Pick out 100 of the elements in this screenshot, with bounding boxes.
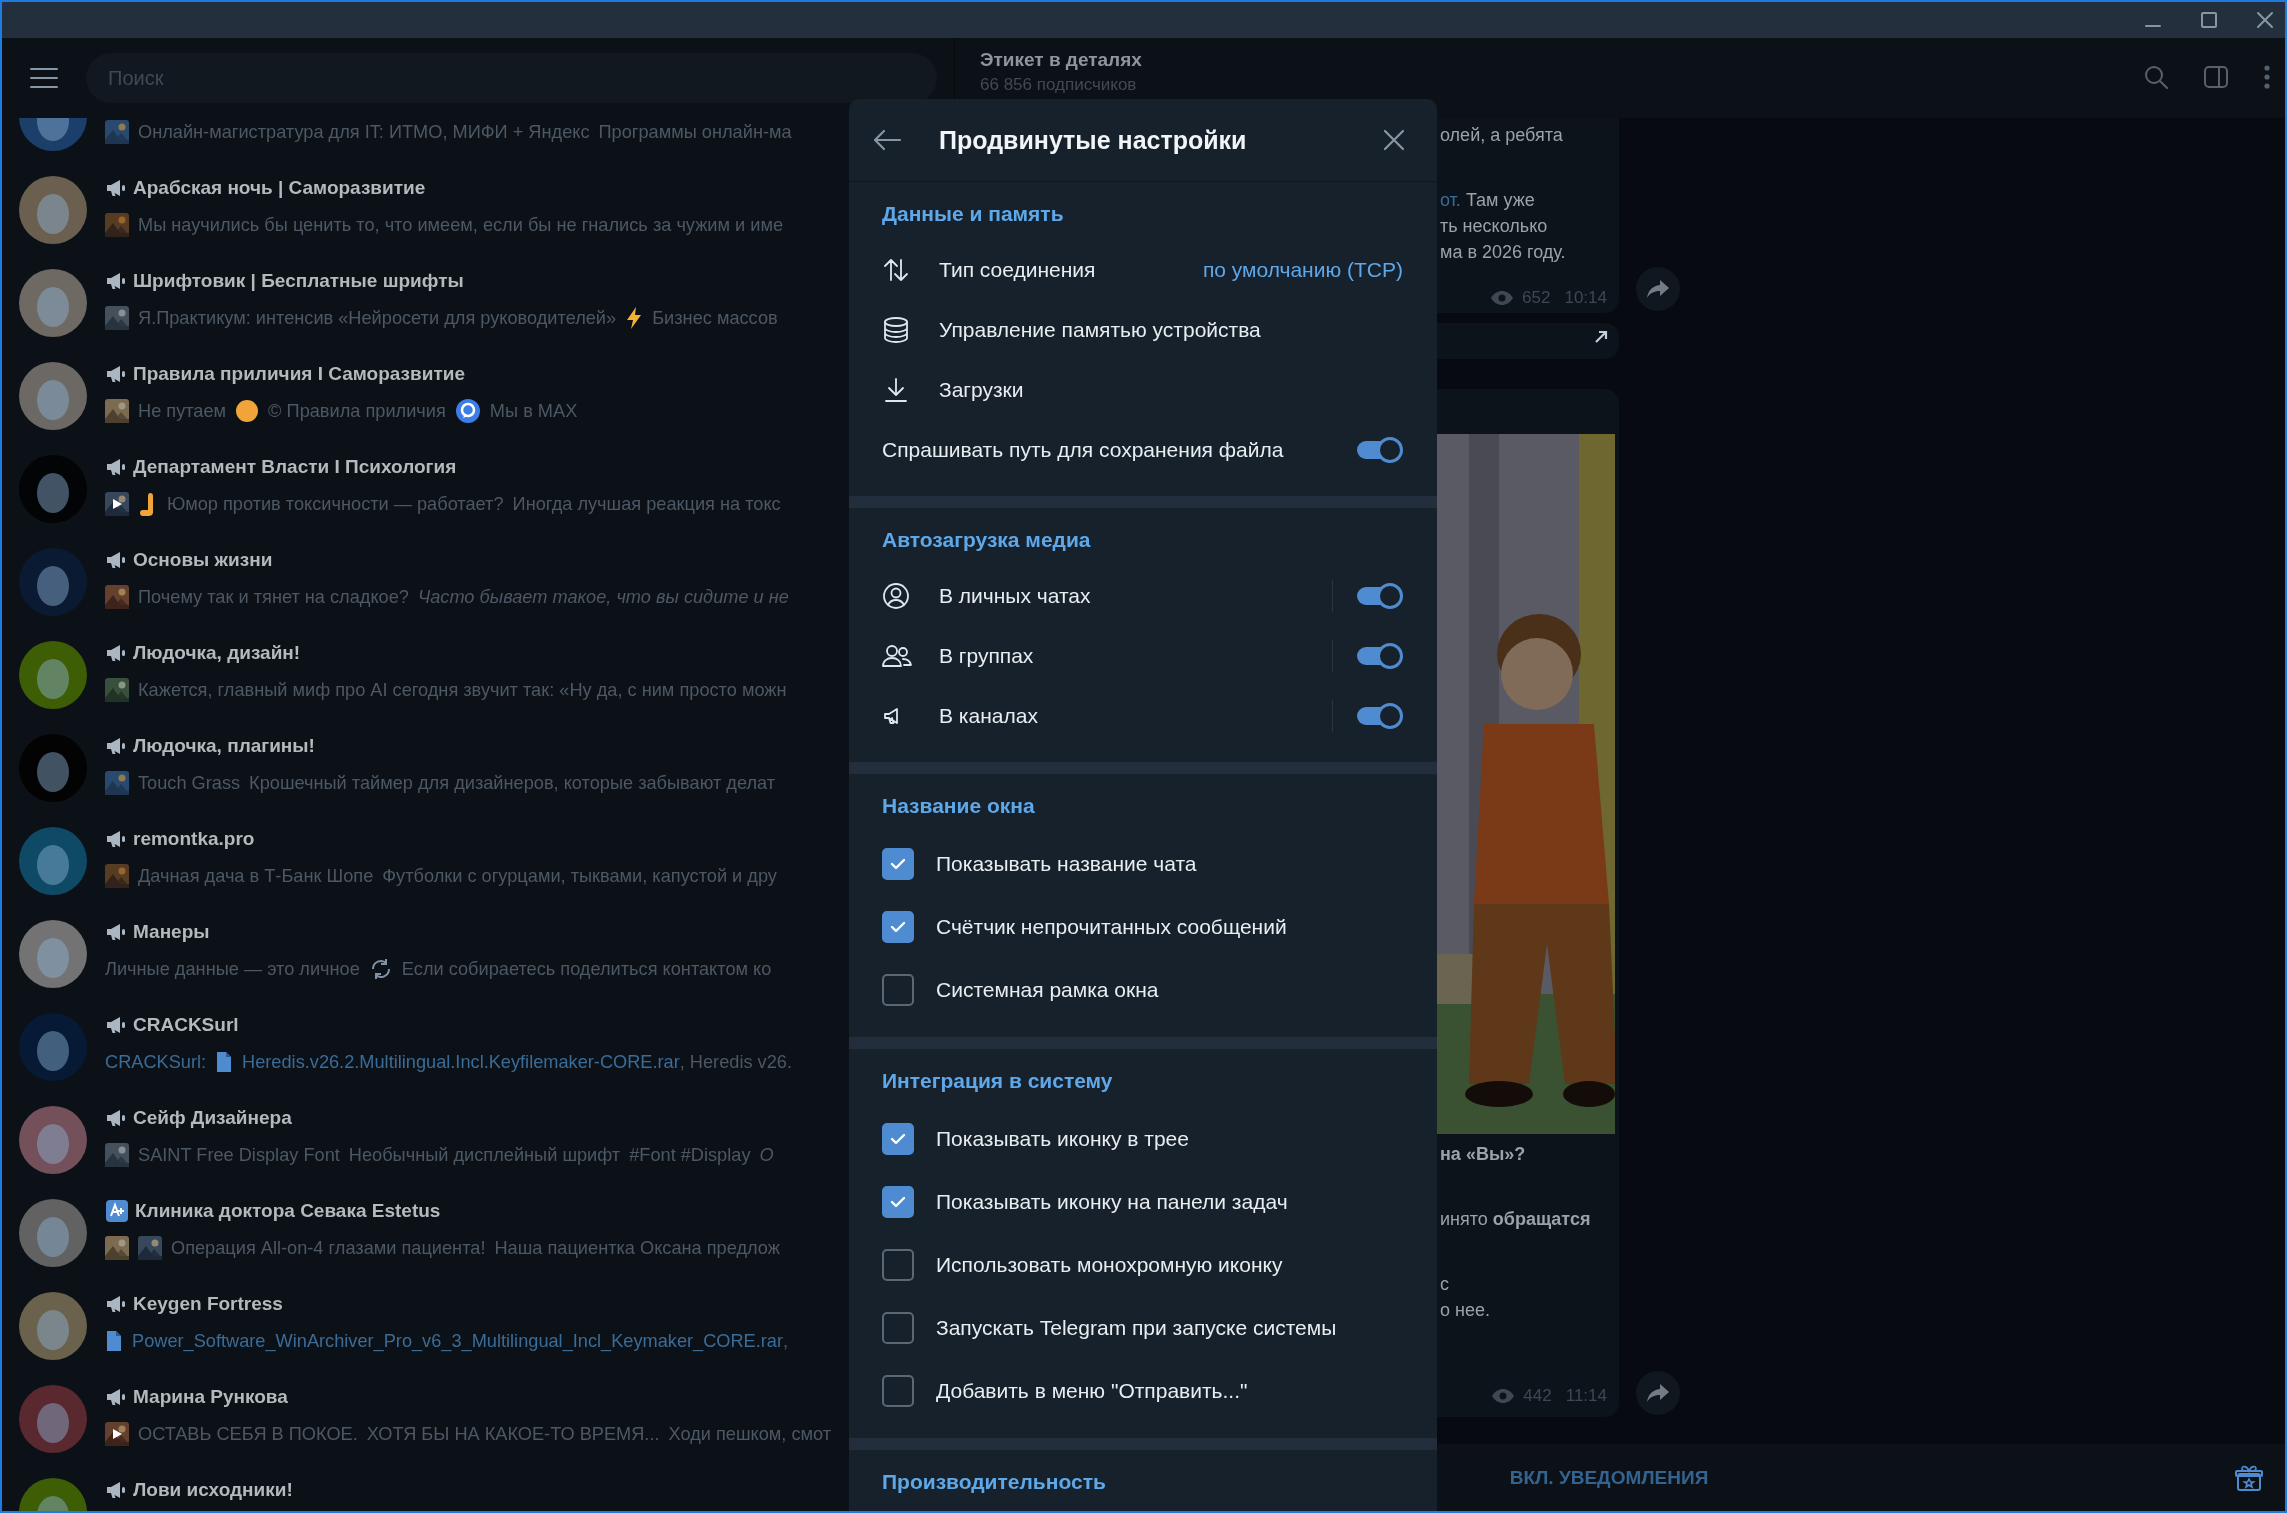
section-title: Производительность: [882, 1469, 1107, 1495]
section-title: Интеграция в систему: [882, 1068, 1114, 1094]
maximize-icon[interactable]: [2199, 10, 2219, 30]
megaphone-icon: [105, 270, 127, 292]
toggle-switch[interactable]: [1355, 583, 1403, 609]
message-preview: Мы в MAX: [489, 400, 578, 422]
message-text: инято обращатся: [1440, 1208, 1592, 1231]
emoji-icon: [235, 399, 260, 423]
forward-icon: [1646, 1383, 1670, 1403]
message-preview: Иногда лучшая реакция на токс: [512, 493, 781, 515]
message-text: о нее.: [1440, 1299, 1491, 1322]
message-text: ть несколько: [1440, 215, 1549, 238]
setting-value[interactable]: по умолчанию (TCP): [1202, 258, 1403, 282]
message-time: 10:14: [1564, 287, 1607, 309]
chat-name: Людочка, дизайн!: [133, 642, 301, 664]
megaphone-icon: [105, 642, 127, 664]
forward-button[interactable]: [1636, 267, 1680, 311]
view-count: 652: [1522, 287, 1551, 309]
checkbox-label[interactable]: Запускать Telegram при запуске системы: [936, 1315, 1403, 1340]
back-icon[interactable]: [872, 128, 902, 152]
setting-label: В личных чатах: [939, 584, 1092, 608]
search-icon[interactable]: [2143, 64, 2169, 90]
checkbox[interactable]: [882, 847, 914, 880]
toggle-switch[interactable]: [1355, 703, 1403, 729]
megaphone-icon: [105, 177, 127, 199]
checkbox-label[interactable]: Показывать название чата: [936, 851, 1403, 876]
megaphone-icon: [105, 456, 127, 478]
message-preview: ,: [783, 1330, 789, 1352]
expand-arrow-icon[interactable]: [1593, 329, 1609, 345]
play-icon: [111, 498, 123, 510]
chat-name: Основы жизни: [133, 549, 273, 571]
message-text: с: [1440, 1273, 1450, 1296]
checkbox-label[interactable]: Счётчик непрочитанных сообщений: [936, 914, 1403, 939]
checkbox[interactable]: [882, 910, 914, 943]
section-title: Автозагрузка медиа: [882, 527, 1092, 553]
dialog-title: Продвинутые настройки: [939, 125, 1248, 155]
message-preview: Личные данные — это личное: [105, 958, 360, 980]
message-preview: Юмор против токсичности — работает?: [167, 493, 504, 515]
chat-name: CRACKSurl: [133, 1014, 239, 1036]
checkbox[interactable]: [882, 1374, 914, 1407]
checkbox-label[interactable]: Добавить в меню "Отправить...": [936, 1378, 1403, 1403]
chat-name: remontka.pro: [133, 828, 255, 850]
message-preview: Операция All-on-4 глазами пациента!: [171, 1237, 486, 1259]
message-preview: ОСТАВЬ СЕБЯ В ПОКОЕ.: [138, 1423, 358, 1445]
chat-name: Арабская ночь | Саморазвитие: [133, 177, 426, 199]
plus-badge-icon: [105, 1199, 129, 1223]
message-preview: Мы научились бы ценить то, что имеем, если бы не гнались за чужим и име: [138, 214, 784, 236]
toggle-switch[interactable]: [1355, 643, 1403, 669]
swap-arrows-icon: [882, 256, 910, 284]
checkbox[interactable]: [882, 973, 914, 1006]
forward-icon: [1646, 279, 1670, 299]
checkbox[interactable]: [882, 1248, 914, 1281]
message-preview: Кажется, главный миф про AI сегодня звучит так: «Ну да, с ним просто можн: [138, 679, 787, 701]
chat-name: Людочка, плагины!: [133, 735, 315, 757]
download-icon: [882, 376, 910, 404]
toggle-switch[interactable]: [1355, 437, 1403, 463]
message-preview: Я.Практикум: интенсив «Нейросети для руководителей»: [138, 307, 617, 329]
gift-icon[interactable]: [2235, 1463, 2263, 1492]
forward-button[interactable]: [1636, 1371, 1680, 1415]
close-icon[interactable]: [1383, 129, 1405, 151]
file-icon: [105, 1330, 123, 1352]
side-panel-icon[interactable]: [2203, 64, 2229, 90]
message-preview: SAINT Free Display Font: [138, 1144, 340, 1166]
message-text: олей, а ребята: [1440, 124, 1564, 147]
checkbox-label[interactable]: Показывать иконку на панели задач: [936, 1189, 1403, 1214]
section-title: Данные и память: [882, 201, 1065, 227]
megaphone-icon: [105, 1479, 127, 1501]
chat-name: Клиника доктора Севака Estetus: [135, 1200, 441, 1222]
settings-item[interactable]: Тип соединения: [939, 258, 1203, 282]
message-preview: Бизнес массов: [652, 307, 778, 329]
checkbox-label[interactable]: Показывать иконку в трее: [936, 1126, 1403, 1151]
more-icon[interactable]: [2263, 64, 2271, 90]
checkbox[interactable]: [882, 1311, 914, 1344]
megaphone-icon: [105, 828, 127, 850]
megaphone-icon: [105, 549, 127, 571]
chat-bubble-icon: [454, 398, 481, 424]
checkbox-label[interactable]: Системная рамка окна: [936, 977, 1403, 1002]
message-preview: О: [759, 1144, 774, 1166]
message-preview: © Правила приличия: [268, 400, 446, 422]
view-count: 442: [1523, 1385, 1552, 1407]
chat-name: Шрифтовик | Бесплатные шрифты: [133, 270, 464, 292]
menu-icon[interactable]: [29, 67, 59, 89]
megaphone-icon: [105, 363, 127, 385]
lightning-icon: [625, 306, 644, 330]
megaphone-icon: [105, 1014, 127, 1036]
settings-item[interactable]: Загрузки: [939, 378, 1403, 402]
checkbox-label[interactable]: Использовать монохромную иконку: [936, 1252, 1403, 1277]
megaphone-icon: [105, 1386, 127, 1408]
message-preview: Не путаем: [138, 400, 227, 422]
checkbox[interactable]: [882, 1122, 914, 1155]
settings-item[interactable]: Управление памятью устройства: [939, 318, 1403, 342]
close-icon[interactable]: [2255, 10, 2275, 30]
chat-name: Манеры: [133, 921, 210, 943]
message-text: от. Там уже: [1440, 189, 1536, 212]
sender-name: CRACKSurl:: [105, 1051, 207, 1073]
section-title: Название окна: [882, 793, 1036, 819]
person-icon: [882, 582, 910, 610]
message-preview: Онлайн-магистратура для IT: ИТМО, МИФИ + Яндекс: [138, 121, 590, 143]
message-preview: Если собираетесь поделиться контактом ко: [401, 958, 772, 980]
checkbox[interactable]: [882, 1185, 914, 1218]
